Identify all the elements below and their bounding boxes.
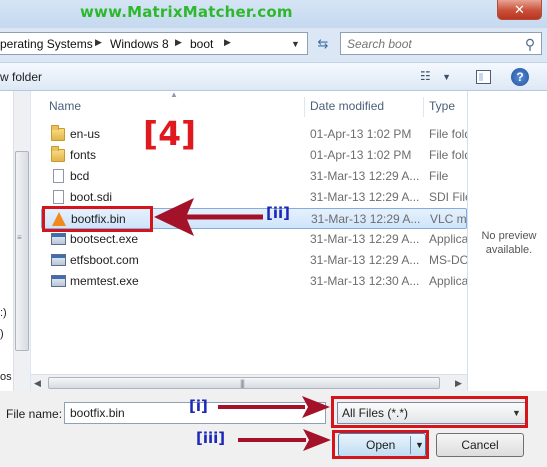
annotation-arrow-iii [238, 429, 331, 451]
